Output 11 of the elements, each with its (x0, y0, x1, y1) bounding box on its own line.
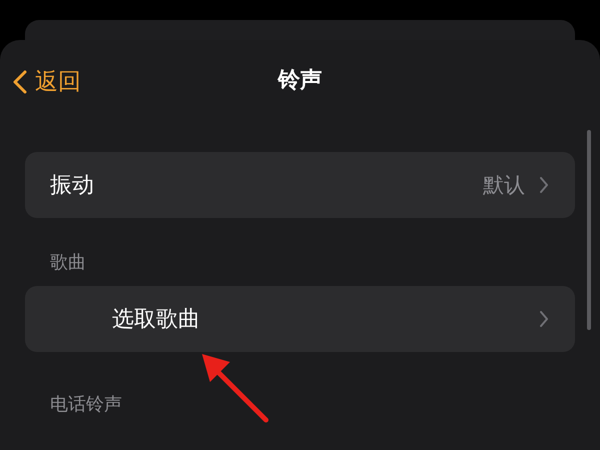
settings-row[interactable]: 选取歌曲 (25, 286, 575, 352)
back-chevron-icon (13, 70, 27, 94)
nav-title: 铃声 (278, 67, 322, 95)
row-value: 默认 (483, 172, 525, 199)
back-button[interactable]: 返回 (13, 66, 81, 97)
back-label: 返回 (35, 68, 81, 97)
chevron-icon (539, 311, 549, 327)
chevron-icon (539, 177, 549, 193)
section-header: 电话铃声 (50, 393, 123, 416)
settings-row[interactable]: 振动 默认 (25, 152, 575, 218)
section-header: 歌曲 (50, 251, 87, 274)
